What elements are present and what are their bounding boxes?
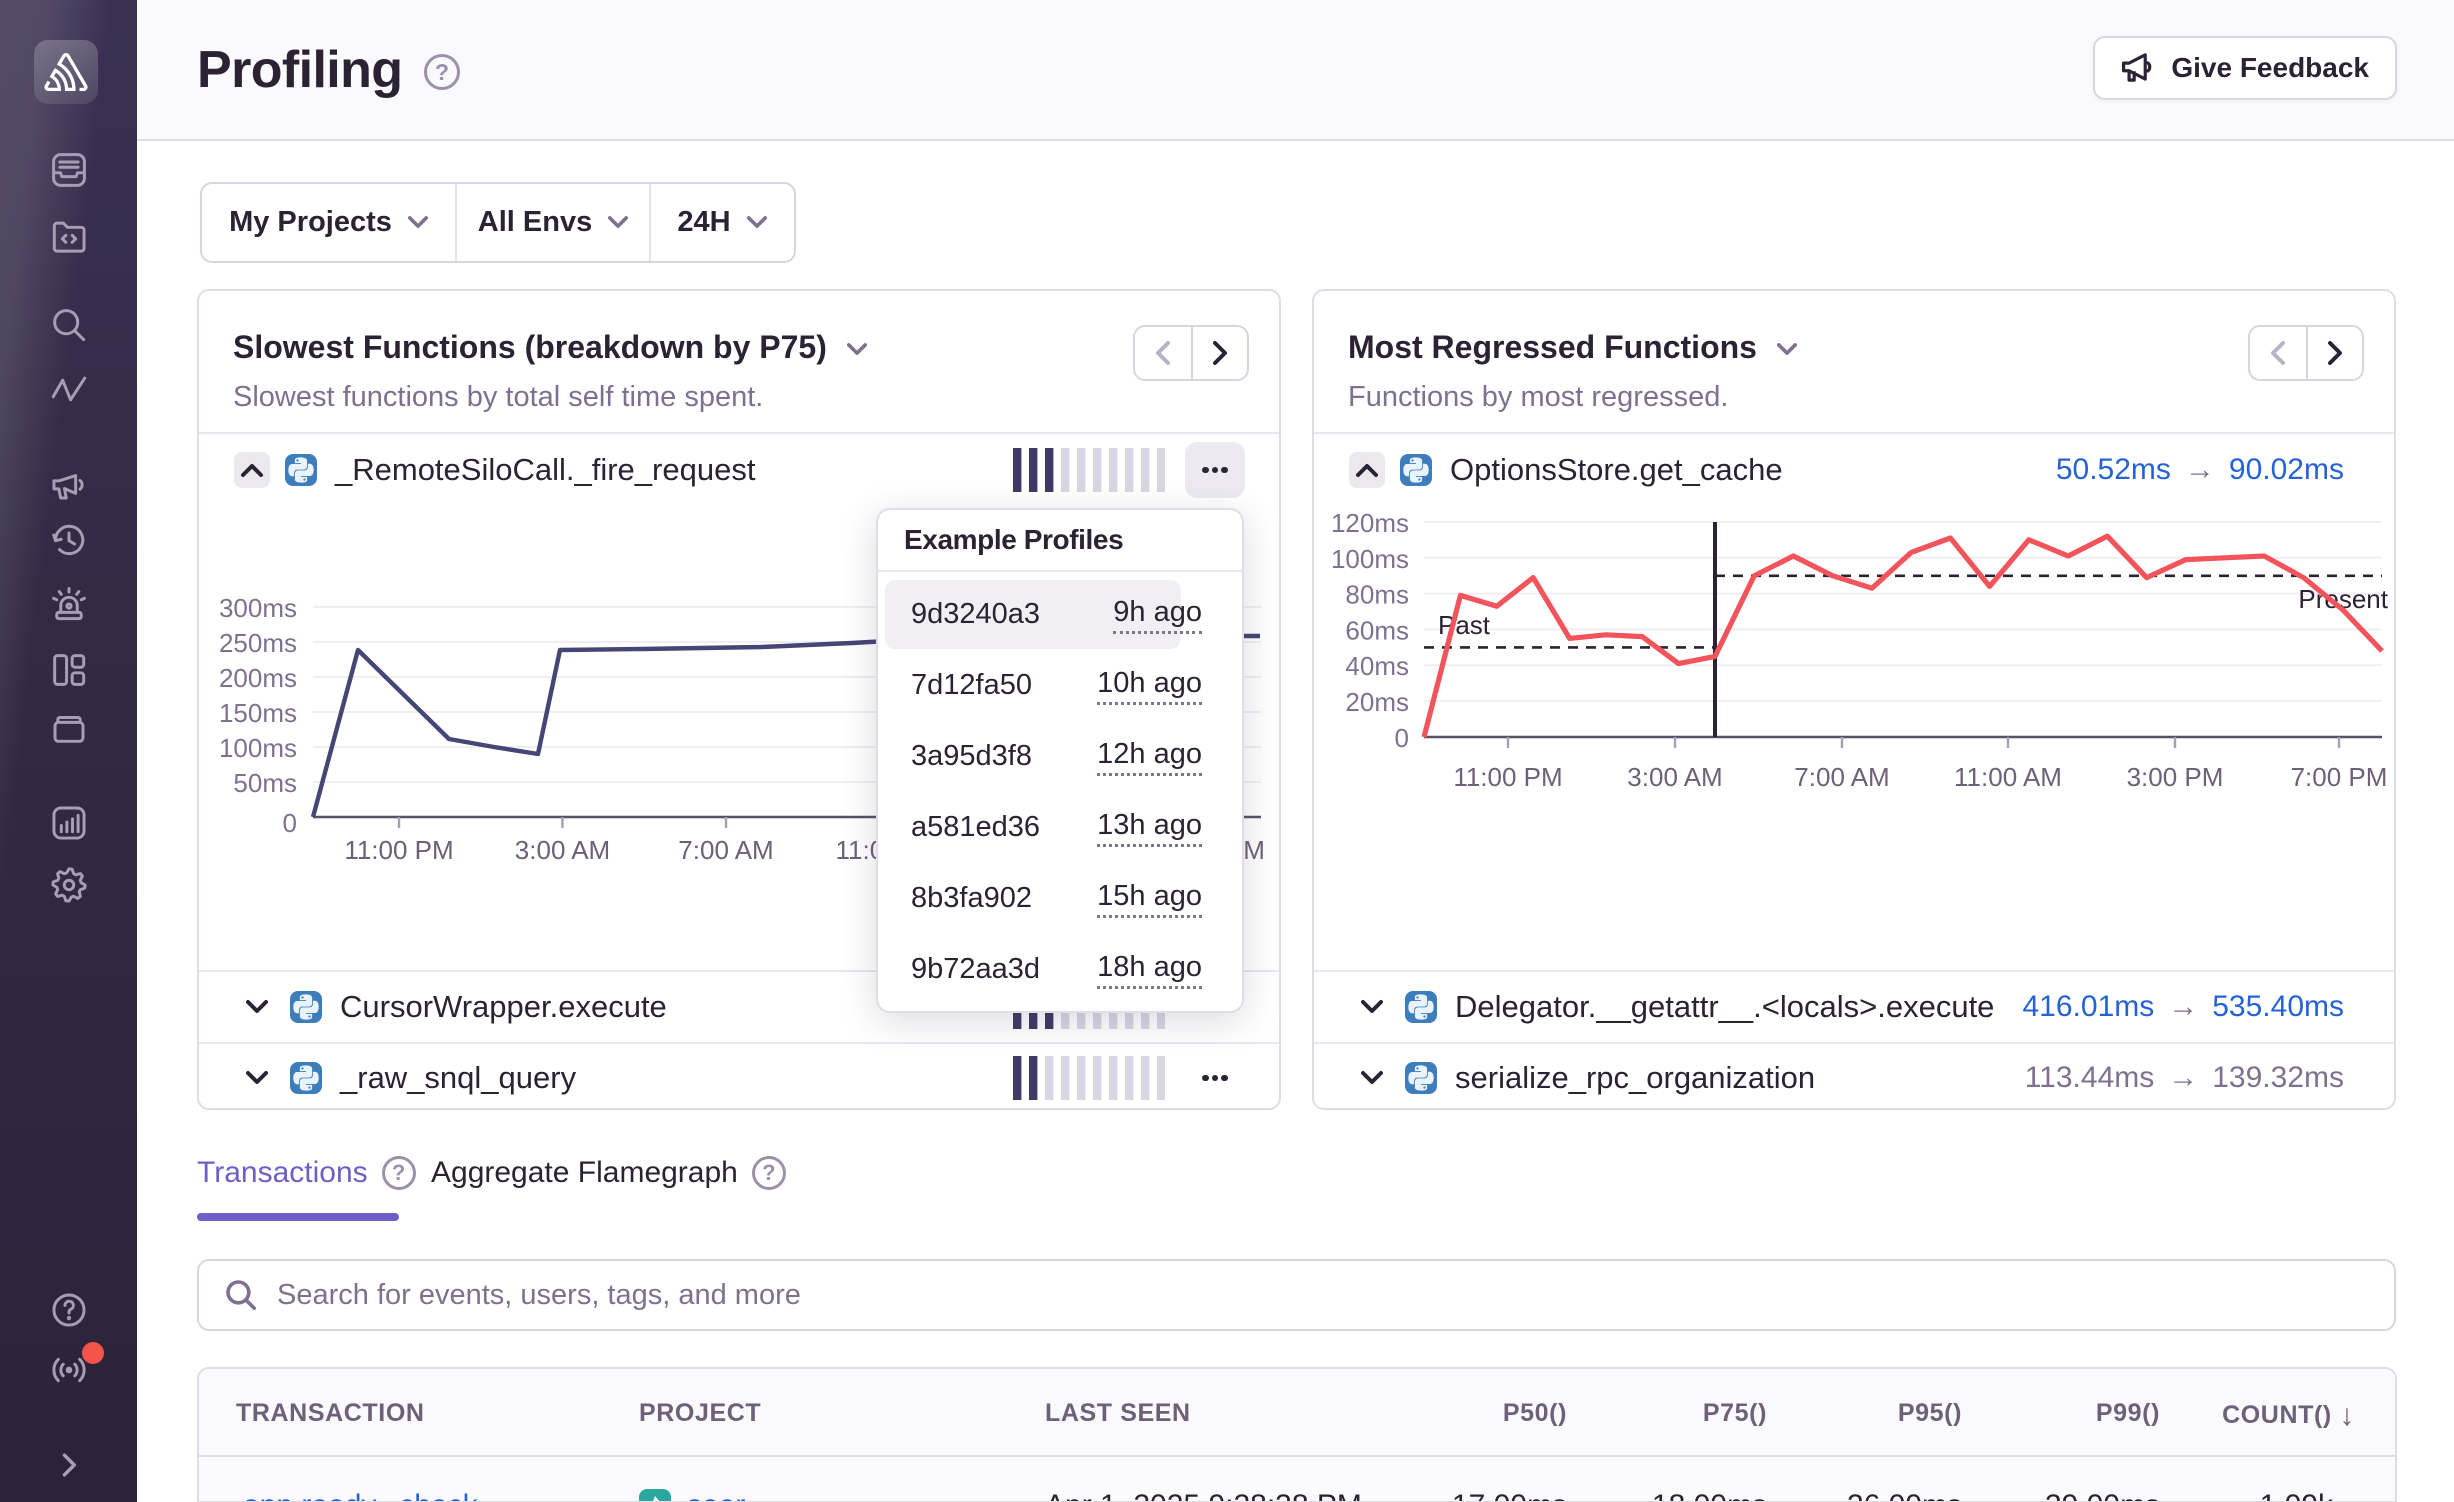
svg-text:3:00 AM: 3:00 AM — [515, 835, 610, 865]
svg-text:150ms: 150ms — [219, 698, 297, 728]
svg-text:11:00 PM: 11:00 PM — [1453, 762, 1562, 792]
svg-text:7:00 AM: 7:00 AM — [1794, 762, 1889, 792]
svg-text:3:00 PM: 3:00 PM — [2127, 762, 2224, 792]
svg-text:7:00 AM: 7:00 AM — [678, 835, 773, 865]
svg-text:50ms: 50ms — [233, 768, 297, 798]
svg-text:0: 0 — [1395, 723, 1409, 753]
svg-text:120ms: 120ms — [1331, 508, 1409, 538]
svg-text:11:00 PM: 11:00 PM — [344, 835, 453, 865]
svg-text:60ms: 60ms — [1345, 615, 1409, 645]
svg-text:100ms: 100ms — [1331, 544, 1409, 574]
svg-text:3:00 AM: 3:00 AM — [1627, 762, 1722, 792]
svg-text:20ms: 20ms — [1345, 687, 1409, 717]
svg-text:300ms: 300ms — [219, 593, 297, 623]
svg-text:80ms: 80ms — [1345, 580, 1409, 610]
svg-text:200ms: 200ms — [219, 663, 297, 693]
svg-text:0: 0 — [283, 808, 297, 838]
svg-text:100ms: 100ms — [219, 733, 297, 763]
svg-text:Past: Past — [1438, 610, 1491, 640]
svg-text:250ms: 250ms — [219, 628, 297, 658]
svg-text:7:00 PM: 7:00 PM — [2291, 762, 2388, 792]
svg-text:11:00 AM: 11:00 AM — [1954, 762, 2062, 792]
svg-text:40ms: 40ms — [1345, 651, 1409, 681]
